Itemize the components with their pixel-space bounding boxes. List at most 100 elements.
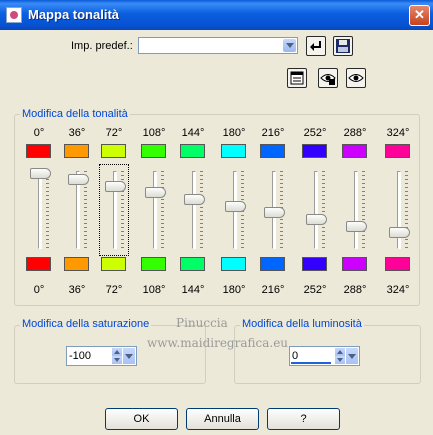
- saturation-updown[interactable]: [112, 348, 122, 364]
- ok-button[interactable]: OK: [105, 408, 178, 430]
- preset-combobox[interactable]: [138, 37, 298, 54]
- window-icon: [290, 71, 304, 85]
- hue-slider[interactable]: [63, 167, 93, 253]
- chevron-down-icon[interactable]: [123, 348, 135, 364]
- target-degree-label: 324°: [386, 284, 410, 296]
- slider-thumb[interactable]: [264, 207, 285, 219]
- floppy-disk-icon: [336, 39, 350, 53]
- target-degree-label: 288°: [343, 284, 367, 296]
- slider-track[interactable]: [314, 171, 318, 249]
- load-preset-button[interactable]: [306, 36, 326, 56]
- target-degree-label: 144°: [181, 284, 205, 296]
- target-degree-label: 216°: [261, 284, 285, 296]
- hue-slider[interactable]: [25, 167, 55, 253]
- slider-thumb[interactable]: [145, 187, 166, 199]
- slider-thumb[interactable]: [225, 200, 246, 212]
- arrow-up-icon[interactable]: [112, 348, 122, 356]
- source-color-swatch: [180, 144, 205, 158]
- slider-track[interactable]: [192, 171, 196, 249]
- source-degree-label: 180°: [222, 127, 246, 139]
- target-color-swatch[interactable]: [180, 257, 205, 271]
- preset-label: Imp. predef.:: [71, 40, 133, 52]
- source-color-swatch: [221, 144, 246, 158]
- app-icon: [6, 7, 22, 23]
- luminosity-value[interactable]: 0: [292, 350, 298, 362]
- source-color-swatch: [342, 144, 367, 158]
- source-degree-label: 72°: [105, 127, 123, 139]
- proof-lock-button[interactable]: [318, 68, 338, 88]
- slider-track[interactable]: [354, 171, 358, 249]
- hue-slider[interactable]: [259, 167, 289, 253]
- target-color-swatch[interactable]: [221, 257, 246, 271]
- slider-thumb[interactable]: [184, 193, 205, 205]
- slider-ticks: [46, 171, 49, 249]
- source-degree-label: 252°: [303, 127, 327, 139]
- eye-lock-icon: [320, 74, 336, 85]
- target-degree-label: 36°: [68, 284, 86, 296]
- watermark-line1: Pinuccia: [176, 316, 228, 330]
- source-color-swatch: [260, 144, 285, 158]
- preview-eye-button[interactable]: [346, 68, 366, 88]
- target-degree-label: 0°: [33, 284, 45, 296]
- saturation-spinbox[interactable]: -100: [66, 346, 137, 366]
- saturation-group-title: Modifica della saturazione: [20, 318, 152, 330]
- target-degree-label: 180°: [222, 284, 246, 296]
- target-color-swatch[interactable]: [342, 257, 367, 271]
- focus-rectangle: [99, 164, 129, 256]
- target-degree-label: 108°: [142, 284, 166, 296]
- source-color-swatch: [101, 144, 126, 158]
- source-degree-label: 144°: [181, 127, 205, 139]
- luminosity-updown[interactable]: [335, 348, 345, 364]
- source-degree-label: 324°: [386, 127, 410, 139]
- target-color-swatch[interactable]: [260, 257, 285, 271]
- target-color-swatch[interactable]: [101, 257, 126, 271]
- slider-thumb[interactable]: [30, 168, 51, 179]
- arrow-up-icon[interactable]: [335, 348, 345, 356]
- source-degree-label: 36°: [68, 127, 86, 139]
- target-degree-label: 252°: [303, 284, 327, 296]
- title-bar[interactable]: Mappa tonalità ✕: [0, 0, 433, 30]
- target-color-swatch[interactable]: [385, 257, 410, 271]
- source-color-swatch: [26, 144, 51, 158]
- target-color-swatch[interactable]: [64, 257, 89, 271]
- save-preset-button[interactable]: [333, 36, 353, 56]
- saturation-value[interactable]: -100: [69, 350, 91, 362]
- slider-ticks: [322, 171, 325, 249]
- close-button[interactable]: ✕: [409, 5, 430, 26]
- reset-window-button[interactable]: [287, 68, 307, 88]
- window-title: Mappa tonalità: [28, 7, 120, 22]
- arrow-down-icon[interactable]: [112, 356, 122, 364]
- source-degree-label: 288°: [343, 127, 367, 139]
- source-color-swatch: [64, 144, 89, 158]
- eye-icon: [348, 74, 364, 82]
- chevron-down-icon[interactable]: [283, 39, 296, 52]
- source-degree-label: 108°: [142, 127, 166, 139]
- slider-thumb[interactable]: [389, 227, 410, 239]
- target-color-swatch[interactable]: [26, 257, 51, 271]
- slider-ticks: [161, 171, 164, 249]
- slider-ticks: [362, 171, 365, 249]
- hue-slider[interactable]: [179, 167, 209, 253]
- source-color-swatch: [302, 144, 327, 158]
- hue-slider[interactable]: [140, 167, 170, 253]
- slider-thumb[interactable]: [346, 220, 367, 232]
- source-degree-label: 0°: [33, 127, 45, 139]
- help-button[interactable]: ?: [267, 408, 340, 430]
- slider-thumb[interactable]: [68, 173, 89, 185]
- luminosity-spinbox[interactable]: 0: [289, 346, 360, 366]
- cancel-button[interactable]: Annulla: [186, 408, 259, 430]
- hue-slider[interactable]: [220, 167, 250, 253]
- source-degree-label: 216°: [261, 127, 285, 139]
- hue-slider[interactable]: [384, 167, 414, 253]
- arrow-down-icon[interactable]: [335, 356, 345, 364]
- target-color-swatch[interactable]: [302, 257, 327, 271]
- target-color-swatch[interactable]: [141, 257, 166, 271]
- target-degree-label: 72°: [105, 284, 123, 296]
- slider-track[interactable]: [38, 171, 42, 249]
- hue-slider[interactable]: [301, 167, 331, 253]
- luminosity-group-title: Modifica della luminosità: [240, 318, 364, 330]
- slider-thumb[interactable]: [306, 213, 327, 225]
- hue-slider[interactable]: [341, 167, 371, 253]
- slider-track[interactable]: [153, 171, 157, 249]
- chevron-down-icon[interactable]: [346, 348, 358, 364]
